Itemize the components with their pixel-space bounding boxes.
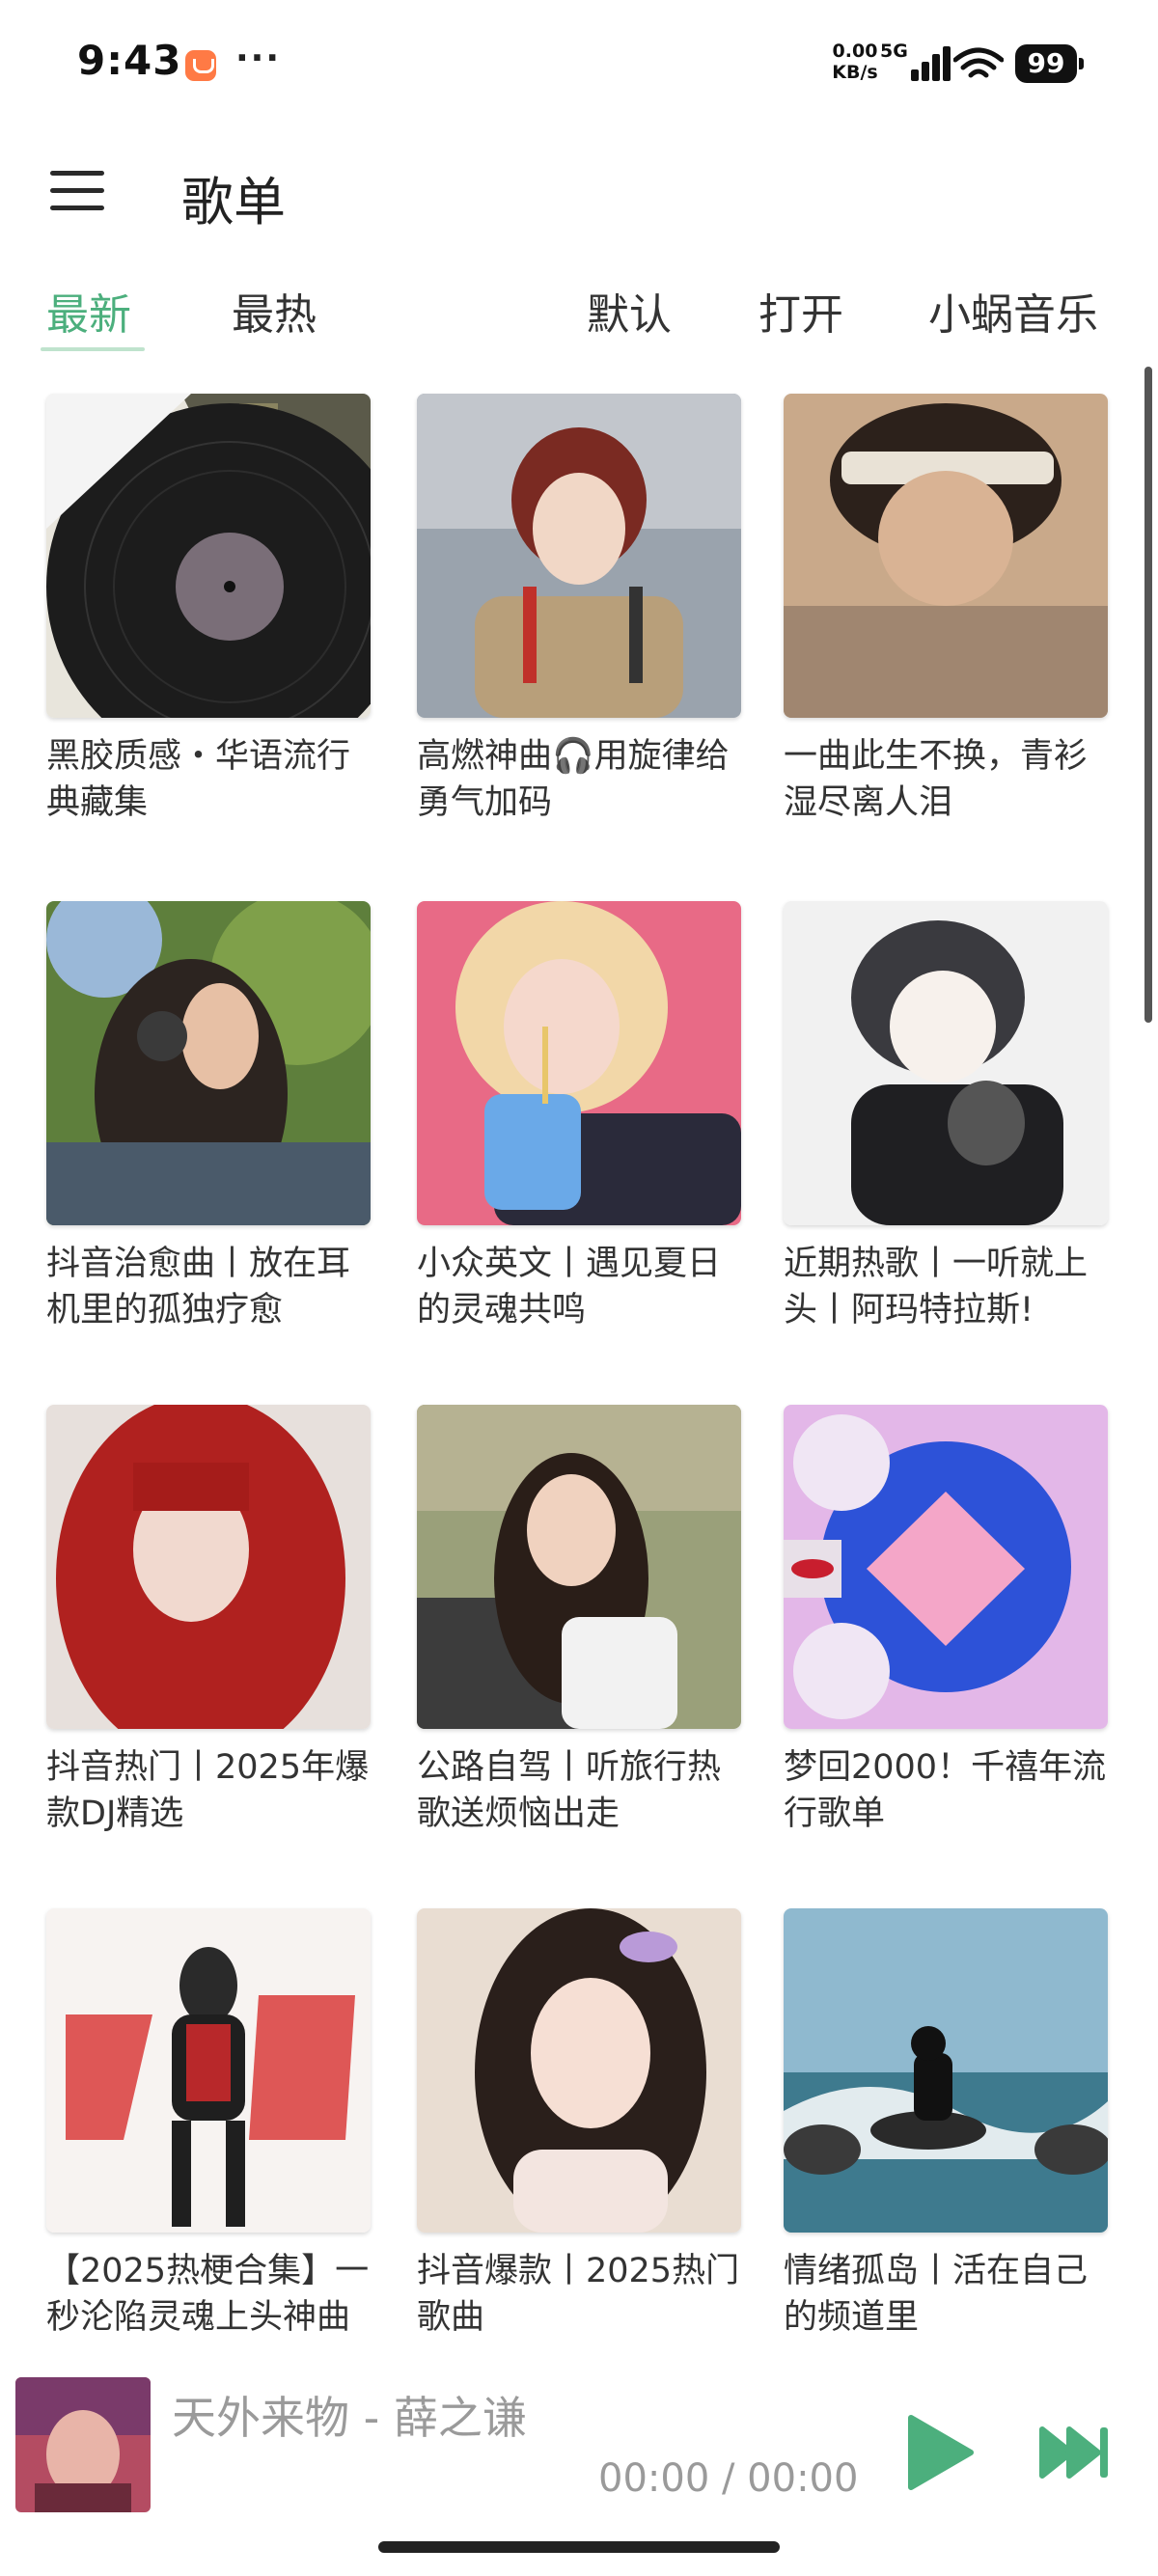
playlist-title: 黑胶质感・华语流行典藏集 bbox=[46, 737, 351, 822]
playlist-cover bbox=[784, 1405, 1108, 1729]
tab-latest[interactable]: 最新 bbox=[46, 280, 131, 342]
scrollbar[interactable] bbox=[1144, 367, 1152, 1023]
playlist-cover bbox=[784, 901, 1108, 1225]
wifi-icon bbox=[953, 47, 1004, 78]
playlist-cover bbox=[417, 1405, 741, 1729]
hamburger-menu-icon[interactable] bbox=[50, 169, 104, 213]
more-notifications-icon: ··· bbox=[235, 39, 282, 78]
status-bar: 9:43 ··· 0.00 KB/s 5G 99 bbox=[0, 0, 1158, 130]
playlist-card[interactable]: 一曲此生不换，青衫湿尽离人泪 bbox=[784, 394, 1108, 826]
playlist-card[interactable]: 高燃神曲🎧用旋律给勇气加码 bbox=[417, 394, 741, 826]
playlist-title: 梦回2000！千禧年流行歌单 bbox=[784, 1748, 1107, 1833]
tab-open[interactable]: 打开 bbox=[758, 280, 843, 342]
network-speed-unit: KB/s bbox=[832, 62, 878, 83]
playlist-cover bbox=[46, 394, 371, 718]
tab-default[interactable]: 默认 bbox=[587, 280, 672, 342]
active-tab-indicator bbox=[41, 347, 145, 351]
playlist-cover bbox=[46, 901, 371, 1225]
playlist-title: 抖音热门丨2025年爆款DJ精选 bbox=[46, 1748, 370, 1833]
playlist-card[interactable]: 梦回2000！千禧年流行歌单 bbox=[784, 1405, 1108, 1837]
skip-next-icon[interactable] bbox=[1038, 2424, 1112, 2481]
now-playing-title: 天外来物 - 薛之谦 bbox=[172, 2392, 527, 2444]
playlist-card[interactable]: 抖音热门丨2025年爆款DJ精选 bbox=[46, 1405, 371, 1837]
shopping-bag-icon bbox=[185, 50, 216, 81]
playlist-card[interactable]: 小众英文丨遇见夏日的灵魂共鸣 bbox=[417, 901, 741, 1333]
playlist-cover bbox=[417, 901, 741, 1225]
playlist-cover bbox=[46, 1405, 371, 1729]
play-icon[interactable] bbox=[905, 2414, 975, 2491]
playlist-card[interactable]: 抖音治愈曲丨放在耳机里的孤独疗愈 bbox=[46, 901, 371, 1333]
playlist-title: 情绪孤岛丨活在自己的频道里 bbox=[784, 2252, 1089, 2337]
playlist-title: 小众英文丨遇见夏日的灵魂共鸣 bbox=[417, 1245, 722, 1329]
playlist-title: 一曲此生不换，青衫湿尽离人泪 bbox=[784, 737, 1089, 822]
playlist-title: 近期热歌丨一听就上头丨阿玛特拉斯! bbox=[784, 1245, 1089, 1329]
playlist-card[interactable]: 公路自驾丨听旅行热歌送烦恼出走 bbox=[417, 1405, 741, 1837]
playlist-cover bbox=[46, 1908, 371, 2233]
playlist-card[interactable]: 黑胶质感・华语流行典藏集 bbox=[46, 394, 371, 826]
signal-icon bbox=[899, 42, 951, 81]
playlist-cover bbox=[417, 394, 741, 718]
playback-time: 00:00 / 00:00 bbox=[598, 2456, 859, 2501]
playlist-title: 抖音治愈曲丨放在耳机里的孤独疗愈 bbox=[46, 1245, 351, 1329]
network-speed: 0.00 KB/s bbox=[828, 41, 882, 83]
playlist-title: 【2025热梗合集】一秒沦陷灵魂上头神曲 bbox=[46, 2252, 370, 2337]
playlist-cover bbox=[784, 1908, 1108, 2233]
now-playing-cover[interactable] bbox=[15, 2377, 151, 2512]
playlist-cover bbox=[784, 394, 1108, 718]
playlist-title: 高燃神曲🎧用旋律给勇气加码 bbox=[417, 737, 730, 822]
playlist-card[interactable]: 抖音爆款丨2025热门歌曲 bbox=[417, 1908, 741, 2341]
home-indicator[interactable] bbox=[378, 2541, 780, 2553]
playlist-cover bbox=[417, 1908, 741, 2233]
network-speed-value: 0.00 bbox=[832, 41, 878, 62]
playlist-card[interactable]: 近期热歌丨一听就上头丨阿玛特拉斯! bbox=[784, 901, 1108, 1333]
page-title: 歌单 bbox=[181, 172, 286, 233]
tab-hottest[interactable]: 最热 bbox=[232, 280, 317, 342]
battery-indicator: 99 bbox=[1015, 44, 1084, 83]
playlist-title: 抖音爆款丨2025热门歌曲 bbox=[417, 2252, 740, 2337]
tab-xiaowo-music[interactable]: 小蜗音乐 bbox=[928, 280, 1098, 342]
playlist-card[interactable]: 情绪孤岛丨活在自己的频道里 bbox=[784, 1908, 1108, 2341]
playlist-card[interactable]: 【2025热梗合集】一秒沦陷灵魂上头神曲 bbox=[46, 1908, 371, 2341]
status-time: 9:43 bbox=[77, 37, 182, 84]
playlist-title: 公路自驾丨听旅行热歌送烦恼出走 bbox=[417, 1748, 722, 1833]
